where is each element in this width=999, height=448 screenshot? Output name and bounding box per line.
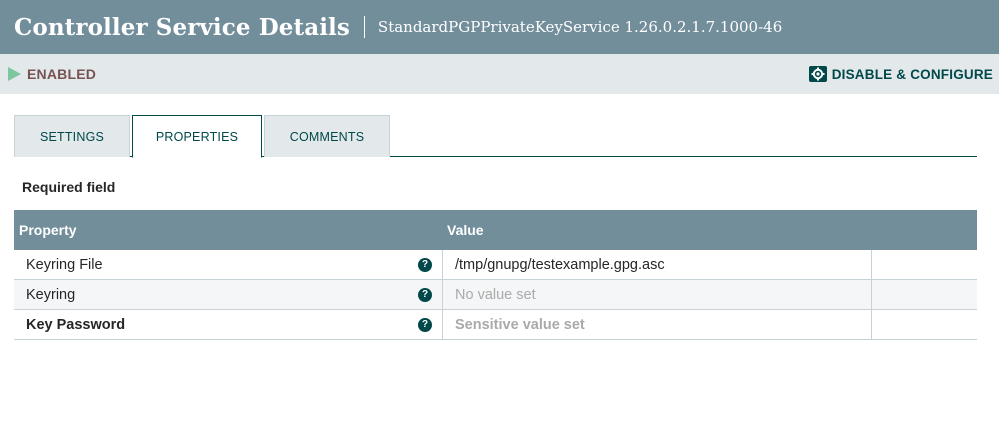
- help-icon[interactable]: ?: [418, 288, 432, 302]
- service-type-version: StandardPGPPrivateKeyService 1.26.0.2.1.…: [377, 18, 783, 36]
- tab-comments[interactable]: COMMENTS: [264, 115, 390, 157]
- property-value[interactable]: Sensitive value set: [443, 310, 872, 339]
- play-icon: [8, 67, 21, 81]
- tab-bar: SETTINGS PROPERTIES COMMENTS: [14, 115, 977, 158]
- row-actions-cell: [872, 250, 977, 279]
- property-value[interactable]: No value set: [443, 280, 872, 309]
- tab-settings[interactable]: SETTINGS: [14, 115, 130, 157]
- row-actions-cell: [872, 310, 977, 339]
- dialog-title: Controller Service Details: [14, 13, 350, 41]
- column-header-property[interactable]: Property: [14, 222, 443, 238]
- property-name-cell: Key Password ?: [14, 310, 443, 339]
- disable-and-configure-label: DISABLE & CONFIGURE: [831, 66, 993, 82]
- disable-and-configure-button[interactable]: DISABLE & CONFIGURE: [808, 65, 993, 83]
- property-name: Keyring: [26, 286, 76, 303]
- help-icon[interactable]: ?: [418, 258, 432, 272]
- tab-properties[interactable]: PROPERTIES: [132, 115, 262, 158]
- service-state: ENABLED: [8, 66, 96, 82]
- table-row[interactable]: Keyring File ? /tmp/gnupg/testexample.gp…: [14, 250, 977, 280]
- table-row[interactable]: Keyring ? No value set: [14, 280, 977, 310]
- table-header: Property Value: [14, 210, 977, 250]
- property-name: Key Password: [26, 316, 126, 333]
- dialog-header: Controller Service Details StandardPGPPr…: [0, 0, 999, 54]
- status-bar: ENABLED DISABLE & CONFIGURE: [0, 54, 999, 94]
- required-field-legend: Required field: [22, 179, 116, 195]
- state-label: ENABLED: [27, 66, 97, 82]
- header-divider: [363, 16, 365, 38]
- properties-table: Property Value Keyring File ? /tmp/gnupg…: [14, 210, 977, 340]
- property-value[interactable]: /tmp/gnupg/testexample.gpg.asc: [443, 250, 872, 279]
- column-header-value[interactable]: Value: [443, 222, 484, 238]
- gear-icon: [808, 66, 827, 82]
- property-name-cell: Keyring ?: [14, 280, 443, 309]
- help-icon[interactable]: ?: [418, 318, 432, 332]
- property-name-cell: Keyring File ?: [14, 250, 443, 279]
- property-name: Keyring File: [26, 256, 103, 273]
- row-actions-cell: [872, 280, 977, 309]
- table-row[interactable]: Key Password ? Sensitive value set: [14, 310, 977, 340]
